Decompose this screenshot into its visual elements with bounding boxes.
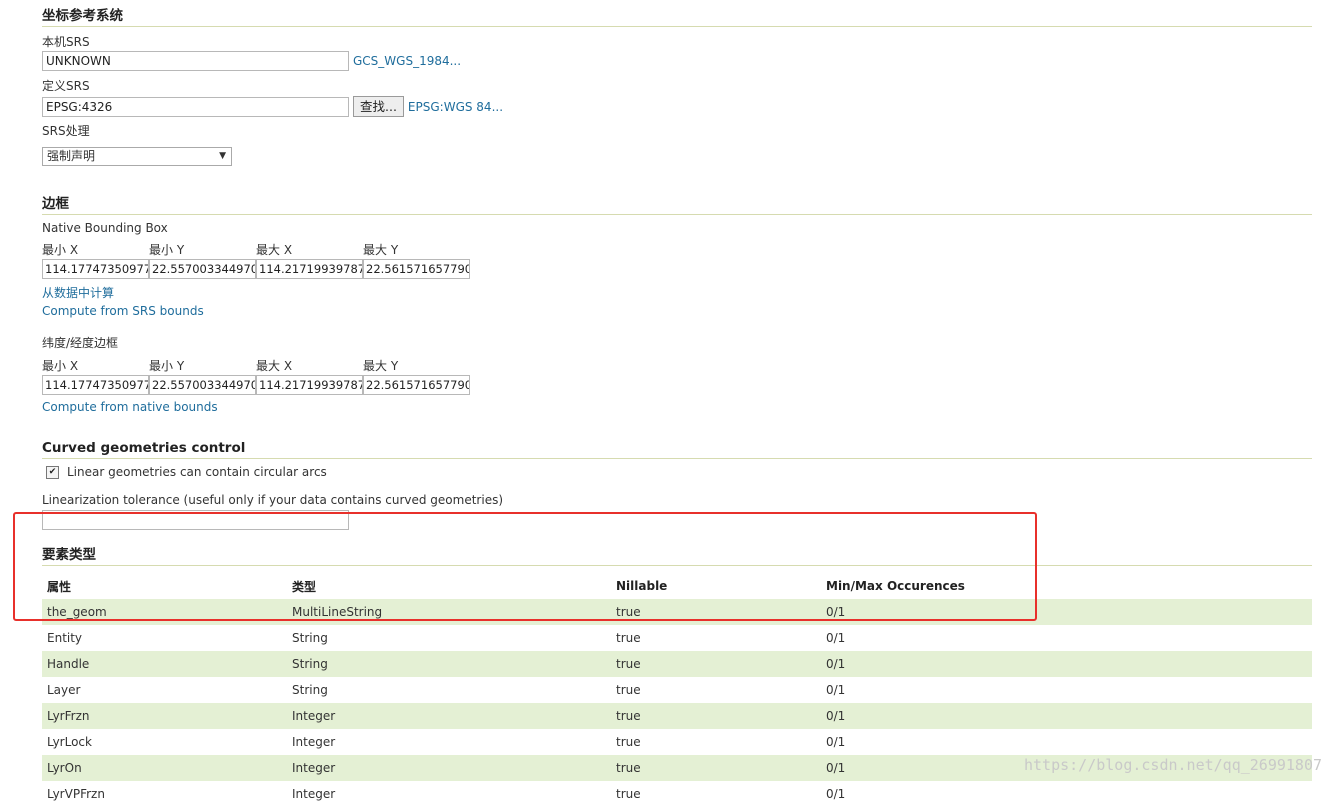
cell-attribute: LyrLock: [47, 735, 92, 749]
native-srs-label: 本机SRS: [42, 35, 90, 49]
cell-attribute: Entity: [47, 631, 83, 645]
cell-nillable: true: [616, 683, 641, 697]
cell-type: String: [287, 651, 611, 677]
cell-occurences: 0/1: [826, 631, 846, 645]
circular-arcs-checkbox[interactable]: ✔: [46, 465, 59, 479]
latlon-minx-label: 最小 X: [42, 359, 79, 373]
tolerance-field[interactable]: [42, 510, 349, 530]
cell-nillable: true: [611, 599, 821, 625]
cell-nillable: true: [616, 787, 641, 801]
col-header-occurences: Min/Max Occurences: [826, 579, 965, 593]
cell-attribute: Layer: [47, 683, 81, 697]
cell-occurences: 0/1: [826, 787, 846, 801]
native-srs-link[interactable]: GCS_WGS_1984...: [353, 54, 461, 68]
compute-from-srs-link[interactable]: Compute from SRS bounds: [42, 304, 1312, 318]
bbox-section-title: 边框: [42, 188, 1312, 215]
cell-type: Integer: [292, 735, 336, 749]
compute-from-data-link[interactable]: 从数据中计算: [42, 284, 1312, 301]
cell-attribute: Handle: [42, 651, 287, 677]
cell-type: Integer: [292, 787, 336, 801]
native-miny-label: 最小 Y: [149, 243, 185, 257]
table-row: the_geom MultiLineString true 0/1: [42, 599, 1312, 625]
tolerance-label: Linearization tolerance (useful only if …: [42, 493, 504, 507]
compute-from-native-link[interactable]: Compute from native bounds: [42, 400, 1312, 414]
crs-section-title: 坐标参考系统: [42, 0, 1312, 27]
native-bbox-label: Native Bounding Box: [42, 221, 168, 235]
cell-nillable: true: [611, 703, 821, 729]
latlon-maxx-field[interactable]: 114.21719939787: [256, 375, 363, 395]
cell-nillable: true: [616, 735, 641, 749]
declared-srs-link[interactable]: EPSG:WGS 84...: [408, 100, 503, 114]
col-header-type: 类型: [292, 579, 317, 594]
latlon-maxy-label: 最大 Y: [363, 359, 399, 373]
table-row: LyrVPFrzn Integer true 0/1: [42, 781, 1312, 807]
srs-handling-select[interactable]: 强制声明 ▼: [42, 147, 232, 166]
latlon-miny-label: 最小 Y: [149, 359, 185, 373]
table-row: Layer String true 0/1: [42, 677, 1312, 703]
native-maxy-label: 最大 Y: [363, 243, 399, 257]
native-minx-label: 最小 X: [42, 243, 79, 257]
col-header-attribute: 属性: [47, 579, 72, 594]
srs-handling-value: 强制声明: [47, 149, 96, 163]
feature-section-title: 要素类型: [42, 539, 1312, 566]
col-header-nillable: Nillable: [616, 579, 668, 593]
latlon-maxy-field[interactable]: 22.561571657790: [363, 375, 470, 395]
table-row: LyrFrzn Integer true 0/1: [42, 703, 1312, 729]
cell-type: Integer: [287, 703, 611, 729]
latlon-miny-field[interactable]: 22.557003344970: [149, 375, 256, 395]
native-maxx-label: 最大 X: [256, 243, 293, 257]
find-srs-button[interactable]: 查找...: [353, 96, 404, 117]
curved-section-title: Curved geometries control: [42, 436, 1312, 459]
latlon-minx-field[interactable]: 114.17747350977: [42, 375, 149, 395]
native-srs-field[interactable]: UNKNOWN: [42, 51, 349, 71]
circular-arcs-label: Linear geometries can contain circular a…: [67, 465, 327, 479]
cell-attribute: the_geom: [42, 599, 287, 625]
cell-occurences: 0/1: [826, 683, 846, 697]
latlon-maxx-label: 最大 X: [256, 359, 293, 373]
native-miny-field[interactable]: 22.557003344970: [149, 259, 256, 279]
table-row: LyrLock Integer true 0/1: [42, 729, 1312, 755]
native-maxy-field[interactable]: 22.561571657790: [363, 259, 470, 279]
declared-srs-label: 定义SRS: [42, 79, 90, 93]
cell-type: String: [292, 683, 328, 697]
cell-occurences: 0/1: [821, 703, 1312, 729]
cell-type: MultiLineString: [287, 599, 611, 625]
cell-occurences: 0/1: [821, 599, 1312, 625]
cell-nillable: true: [611, 755, 821, 781]
watermark-text: https://blog.csdn.net/qq_26991807: [1023, 756, 1322, 774]
cell-nillable: true: [616, 631, 641, 645]
cell-attribute: LyrFrzn: [42, 703, 287, 729]
native-minx-field[interactable]: 114.17747350977: [42, 259, 149, 279]
layer-settings-page: 坐标参考系统 本机SRS UNKNOWN GCS_WGS_1984... 定义S…: [42, 0, 1312, 807]
cell-nillable: true: [611, 651, 821, 677]
table-row: Handle String true 0/1: [42, 651, 1312, 677]
cell-occurences: 0/1: [821, 651, 1312, 677]
latlon-bbox-label: 纬度/经度边框: [42, 336, 119, 350]
srs-handling-label: SRS处理: [42, 124, 90, 138]
dropdown-arrow-icon: ▼: [219, 151, 226, 161]
cell-attribute: LyrVPFrzn: [47, 787, 105, 801]
native-maxx-field[interactable]: 114.21719939787: [256, 259, 363, 279]
table-row: Entity String true 0/1: [42, 625, 1312, 651]
declared-srs-field[interactable]: EPSG:4326: [42, 96, 349, 117]
cell-attribute: LyrOn: [42, 755, 287, 781]
cell-occurences: 0/1: [826, 735, 846, 749]
cell-type: String: [292, 631, 328, 645]
cell-type: Integer: [287, 755, 611, 781]
